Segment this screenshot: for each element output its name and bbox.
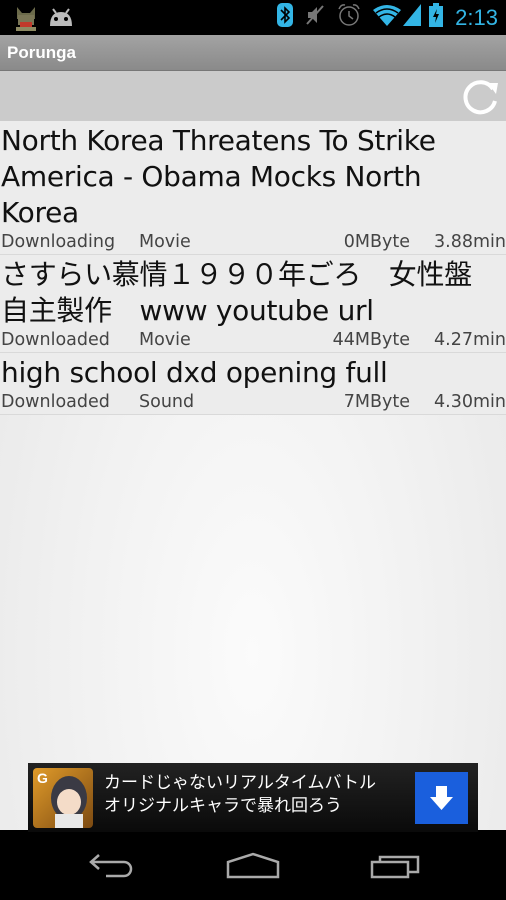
ad-line-2: オリジナルキャラで暴れ回ろう <box>104 796 342 816</box>
recent-apps-button[interactable] <box>365 848 425 884</box>
app-title-bar: Porunga <box>0 35 506 71</box>
bluetooth-icon <box>277 3 294 32</box>
ad-line-1: カードじゃないリアルタイムバトル <box>104 773 376 793</box>
battery-charging-icon <box>429 3 444 32</box>
alarm-icon <box>337 3 361 32</box>
download-item[interactable]: さすらい慕情１９９０年ごろ 女性盤 自主製作 www youtube url D… <box>0 255 506 353</box>
download-duration: 4.30min <box>434 392 506 412</box>
refresh-button[interactable] <box>460 77 500 117</box>
home-icon <box>226 852 280 879</box>
refresh-icon <box>463 80 498 115</box>
ad-download-button[interactable] <box>415 772 468 824</box>
download-list: North Korea Threatens To Strike America … <box>0 121 506 830</box>
mute-icon <box>305 4 325 31</box>
navigation-bar <box>0 832 506 900</box>
download-type: Sound <box>139 392 195 412</box>
download-status: Downloading <box>1 232 116 252</box>
back-icon <box>89 854 133 878</box>
download-size: 0MByte <box>343 232 410 252</box>
download-status: Downloaded <box>1 330 110 350</box>
recent-apps-icon <box>370 855 420 879</box>
download-status: Downloaded <box>1 392 110 412</box>
download-title: North Korea Threatens To Strike America … <box>1 124 436 229</box>
toolbar <box>0 71 506 121</box>
download-arrow-icon <box>430 786 453 810</box>
download-duration: 4.27min <box>434 330 506 350</box>
download-item[interactable]: North Korea Threatens To Strike America … <box>0 121 506 255</box>
wifi-icon <box>373 4 402 31</box>
download-title: high school dxd opening full <box>1 356 388 389</box>
ad-text: カードじゃないリアルタイムバトル オリジナルキャラで暴れ回ろう <box>104 772 376 818</box>
download-item[interactable]: high school dxd opening full Downloaded … <box>0 353 506 415</box>
clock: 2:13 <box>455 4 498 30</box>
android-icon <box>48 8 74 33</box>
signal-icon <box>403 4 422 31</box>
download-duration: 3.88min <box>434 232 506 252</box>
ad-banner[interactable]: G カードじゃないリアルタイムバトル オリジナルキャラで暴れ回ろう <box>28 763 478 832</box>
status-bar: 2:13 <box>0 0 506 35</box>
ad-app-icon: G <box>33 768 93 828</box>
back-button[interactable] <box>84 848 144 884</box>
download-type: Movie <box>139 232 191 252</box>
download-size: 7MByte <box>343 392 410 412</box>
app-title: Porunga <box>7 43 76 62</box>
download-title: さすらい慕情１９９０年ごろ 女性盤 自主製作 www youtube url <box>1 258 500 327</box>
cat-avatar-icon <box>14 5 38 36</box>
download-size: 44MByte <box>332 330 410 350</box>
home-button[interactable] <box>223 848 283 884</box>
download-type: Movie <box>139 330 191 350</box>
